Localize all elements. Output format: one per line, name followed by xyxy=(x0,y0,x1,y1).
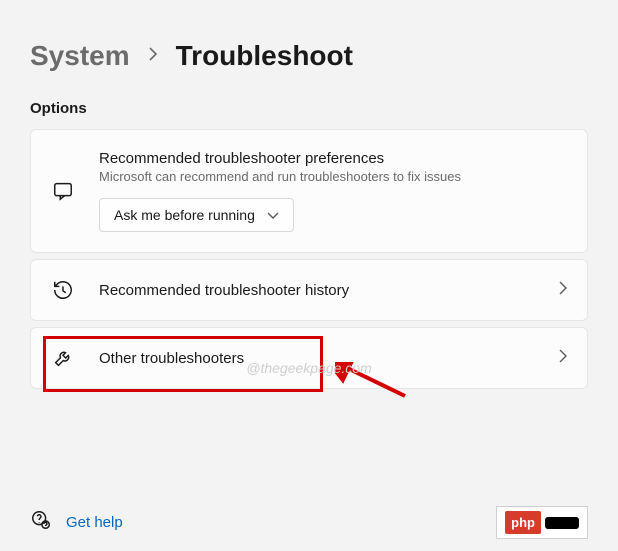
badge-text: php xyxy=(505,511,541,534)
chevron-right-icon xyxy=(148,45,158,68)
wrench-icon xyxy=(51,346,75,370)
chevron-right-icon xyxy=(559,281,567,300)
card-troubleshooter-history[interactable]: Recommended troubleshooter history xyxy=(30,259,588,321)
badge-block xyxy=(545,517,579,529)
card-other-troubleshooters[interactable]: Other troubleshooters xyxy=(30,327,588,389)
history-title: Recommended troubleshooter history xyxy=(99,282,535,299)
section-heading-options: Options xyxy=(30,100,588,117)
pref-subtitle: Microsoft can recommend and run troubles… xyxy=(99,169,567,184)
help-icon xyxy=(30,509,52,536)
source-badge: php xyxy=(496,506,588,539)
chat-bubble-icon xyxy=(51,179,75,203)
chevron-down-icon xyxy=(267,207,279,223)
pref-title: Recommended troubleshooter preferences xyxy=(99,150,567,167)
history-icon xyxy=(51,278,75,302)
annotation-arrow xyxy=(335,362,415,402)
get-help-link[interactable]: Get help xyxy=(30,509,123,536)
breadcrumb: System Troubleshoot xyxy=(30,40,588,72)
pref-dropdown[interactable]: Ask me before running xyxy=(99,198,294,232)
chevron-right-icon xyxy=(559,349,567,368)
pref-dropdown-value: Ask me before running xyxy=(114,207,255,223)
breadcrumb-parent[interactable]: System xyxy=(30,40,130,72)
card-troubleshooter-preferences: Recommended troubleshooter preferences M… xyxy=(30,129,588,253)
other-title: Other troubleshooters xyxy=(99,350,535,367)
help-label: Get help xyxy=(66,514,123,531)
page-title: Troubleshoot xyxy=(176,40,353,72)
